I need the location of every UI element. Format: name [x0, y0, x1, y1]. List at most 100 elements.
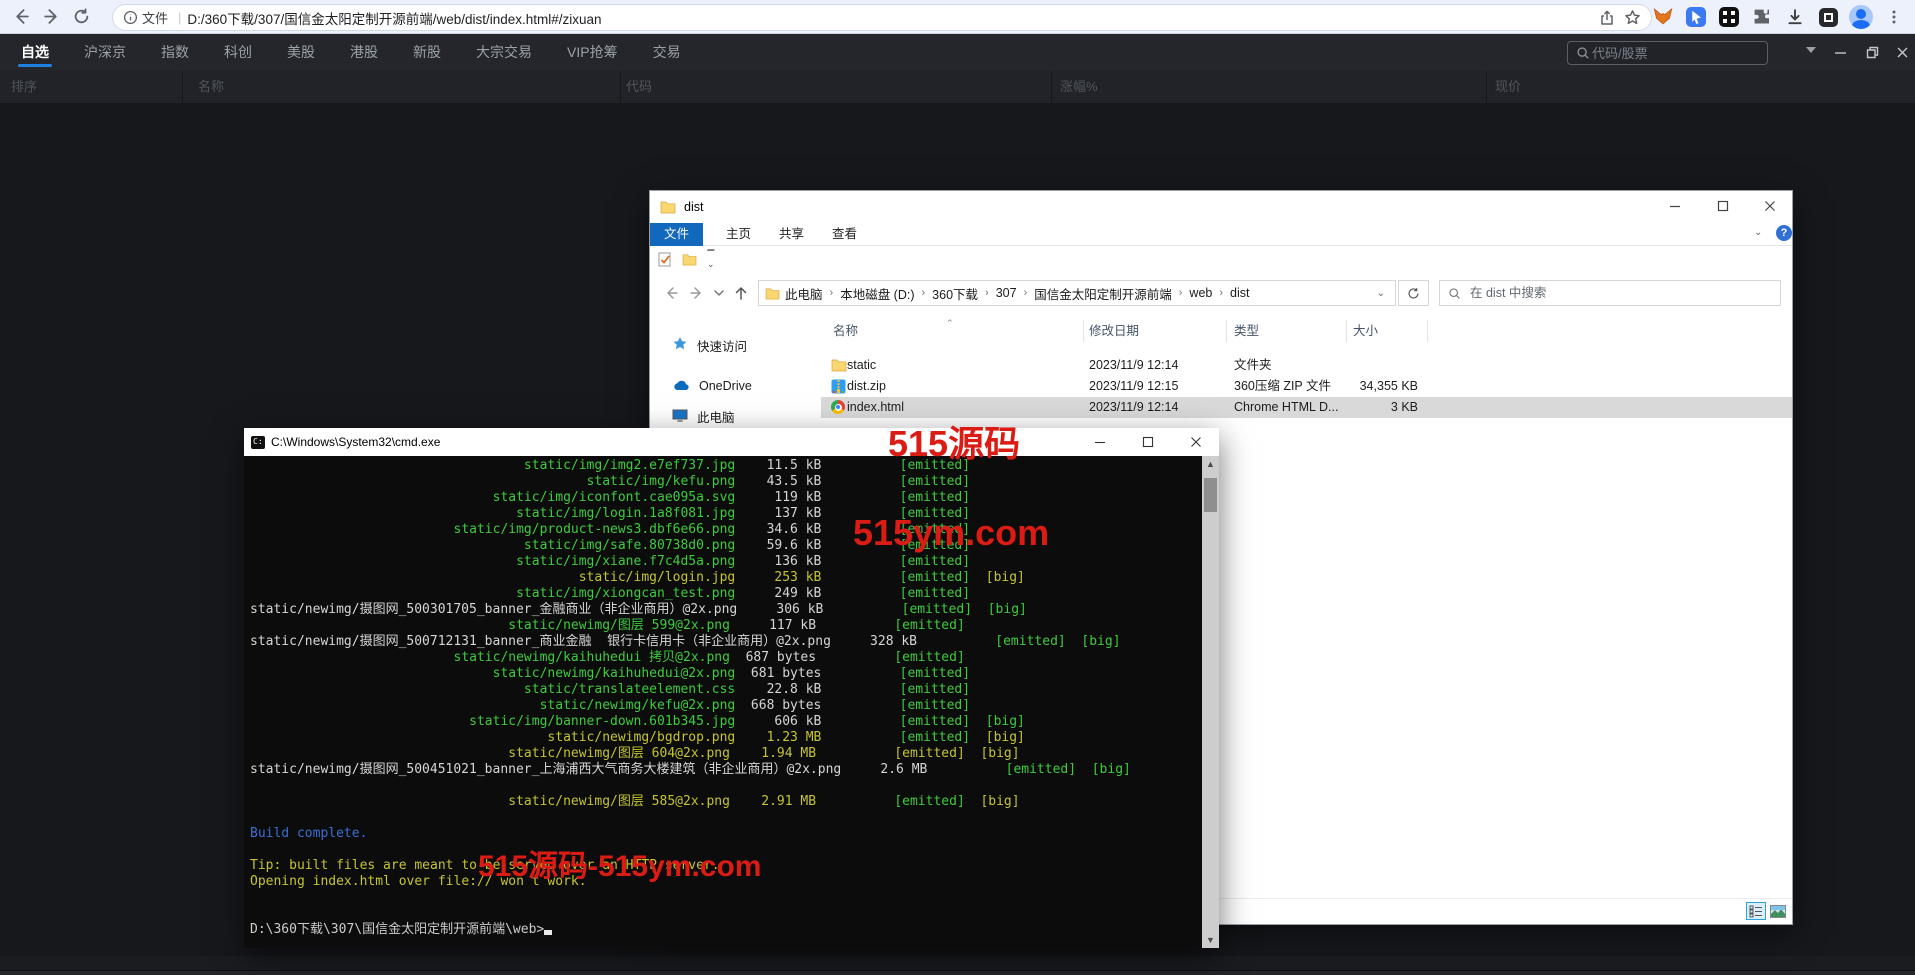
watermark-515ym-com: 515ym.com	[853, 512, 1049, 554]
quick-access-toolbar: ▔⌄	[650, 246, 1792, 273]
stock-tab-沪深京[interactable]: 沪深京	[84, 34, 126, 71]
search-icon	[1576, 46, 1590, 60]
dice-extension-icon[interactable]	[1716, 4, 1742, 30]
explorer-back-icon[interactable]	[658, 280, 684, 306]
stock-column-名称[interactable]: 名称	[198, 71, 224, 103]
stock-tab-VIP抢筹[interactable]: VIP抢筹	[567, 34, 618, 71]
stock-tab-自选[interactable]: 自选	[21, 34, 49, 71]
bookmark-star-icon[interactable]	[1624, 9, 1641, 26]
browser-menu-dots-icon[interactable]	[1881, 4, 1907, 30]
stock-tab-港股[interactable]: 港股	[350, 34, 378, 71]
help-icon[interactable]: ?	[1776, 225, 1792, 241]
stock-tab-交易[interactable]: 交易	[653, 34, 681, 71]
breadcrumb-item-国信金太阳定制开源前端[interactable]: 国信金太阳定制开源前端	[1029, 284, 1177, 303]
breadcrumb-bar[interactable]: 此电脑›本地磁盘 (D:)›360下载›307›国信金太阳定制开源前端›web›…	[758, 280, 1396, 306]
list-column-名称[interactable]: 名称	[833, 316, 858, 346]
explorer-close-button[interactable]	[1747, 191, 1792, 221]
cmd-scrollbar[interactable]: ▲ ▼	[1202, 456, 1219, 948]
refresh-button[interactable]	[1398, 280, 1429, 306]
stock-table-header: 排序 名称 代码 涨幅% 现价	[0, 71, 1915, 103]
column-divider	[1051, 71, 1052, 103]
search-dropdown-caret-icon[interactable]	[1806, 47, 1816, 53]
stock-column-涨幅%[interactable]: 涨幅%	[1060, 71, 1098, 103]
scroll-up-icon[interactable]: ▲	[1202, 456, 1219, 472]
stock-column-排序[interactable]: 排序	[11, 71, 37, 103]
stock-search-box[interactable]	[1567, 41, 1768, 65]
ribbon-expand-chevron-icon[interactable]: ⌄	[1754, 227, 1762, 238]
app-minimize-button[interactable]	[1826, 34, 1854, 71]
list-column-修改日期[interactable]: 修改日期	[1089, 316, 1139, 346]
dark-square-extension-icon[interactable]	[1815, 4, 1841, 30]
new-folder-icon[interactable]	[682, 253, 697, 266]
explorer-forward-icon[interactable]	[684, 280, 710, 306]
thumbnail-view-button[interactable]	[1768, 902, 1788, 920]
explorer-up-icon[interactable]	[728, 280, 754, 306]
extensions-puzzle-icon[interactable]	[1749, 4, 1775, 30]
breadcrumb-item-360下载[interactable]: 360下载	[927, 284, 983, 303]
breadcrumb-item-本地磁盘 (D:)[interactable]: 本地磁盘 (D:)	[835, 284, 919, 303]
reload-icon[interactable]	[66, 2, 96, 32]
explorer-titlebar[interactable]: dist	[650, 191, 1792, 223]
cmd-close-button[interactable]	[1173, 428, 1219, 456]
stock-tab-大宗交易[interactable]: 大宗交易	[476, 34, 532, 71]
explorer-search-input[interactable]	[1468, 285, 1728, 301]
sidebar-item-OneDrive[interactable]: OneDrive	[672, 375, 822, 396]
blue-cursor-extension-icon[interactable]	[1683, 4, 1709, 30]
explorer-minimize-button[interactable]	[1652, 191, 1697, 221]
stock-tab-美股[interactable]: 美股	[287, 34, 315, 71]
details-view-button[interactable]	[1746, 902, 1766, 920]
properties-check-icon[interactable]	[658, 252, 672, 267]
cmd-title: C:\Windows\System32\cmd.exe	[271, 435, 440, 449]
list-column-类型[interactable]: 类型	[1234, 316, 1259, 346]
scrollbar-thumb[interactable]	[1204, 478, 1217, 512]
stock-tab-指数[interactable]: 指数	[161, 34, 189, 71]
recent-locations-chevron-icon[interactable]	[710, 280, 728, 306]
stock-tab-新股[interactable]: 新股	[413, 34, 441, 71]
app-restore-button[interactable]	[1858, 34, 1886, 71]
url-text[interactable]: D:/360下载/307/国信金太阳定制开源前端/web/dist/index.…	[187, 8, 1590, 28]
download-icon[interactable]	[1782, 4, 1808, 30]
breadcrumb-separator-icon: ›	[828, 287, 836, 299]
menu-tab-share[interactable]: 共享	[765, 223, 818, 246]
menu-tab-file[interactable]: 文件	[650, 223, 703, 246]
explorer-maximize-button[interactable]	[1700, 191, 1745, 221]
app-close-button[interactable]	[1888, 34, 1915, 71]
profile-avatar[interactable]	[1848, 4, 1874, 30]
column-divider	[1486, 71, 1487, 103]
breadcrumb-item-dist[interactable]: dist	[1225, 286, 1254, 300]
forward-icon[interactable]	[36, 2, 66, 32]
stock-search-input[interactable]	[1590, 45, 1740, 62]
address-bar[interactable]: 文件 | D:/360下载/307/国信金太阳定制开源前端/web/dist/i…	[112, 4, 1652, 31]
build-asset-line: static/translateelement.css 22.8 kB [emi…	[250, 682, 1202, 698]
explorer-search-box[interactable]	[1439, 280, 1781, 306]
cmd-minimize-button[interactable]	[1077, 428, 1123, 456]
metamask-fox-icon[interactable]	[1650, 4, 1676, 30]
qat-customize-chevron-icon[interactable]: ▔⌄	[707, 251, 715, 269]
stock-column-代码[interactable]: 代码	[626, 71, 652, 103]
menu-tab-view[interactable]: 查看	[818, 223, 871, 246]
extension-strip	[1650, 0, 1907, 34]
build-asset-line: static/newimg/kefu@2x.png 668 bytes [emi…	[250, 698, 1202, 714]
sidebar-item-快速访问[interactable]: 快速访问	[672, 335, 822, 356]
sidebar-item-此电脑[interactable]: 此电脑	[672, 406, 822, 427]
scroll-down-icon[interactable]: ▼	[1202, 932, 1219, 948]
stock-tab-科创[interactable]: 科创	[224, 34, 252, 71]
menu-tab-home[interactable]: 主页	[712, 223, 765, 246]
breadcrumb-item-web[interactable]: web	[1184, 286, 1217, 300]
share-icon[interactable]	[1599, 10, 1615, 26]
list-column-大小[interactable]: 大小	[1353, 316, 1378, 346]
breadcrumb-item-此电脑[interactable]: 此电脑	[780, 284, 828, 303]
cmd-maximize-button[interactable]	[1125, 428, 1171, 456]
cloud-icon	[672, 378, 690, 394]
address-dropdown-chevron-icon[interactable]: ⌄	[1377, 288, 1389, 299]
file-row-static[interactable]: static2023/11/9 12:14文件夹	[821, 355, 1792, 376]
info-icon[interactable]	[123, 10, 138, 25]
cmd-titlebar[interactable]: C: C:\Windows\System32\cmd.exe	[244, 428, 1219, 456]
build-asset-line: static/img/kefu.png 43.5 kB [emitted]	[250, 474, 1202, 490]
build-asset-line: static/newimg/摄图网_500451021_banner_上海浦西大…	[250, 762, 1202, 778]
back-icon[interactable]	[6, 2, 36, 32]
sort-ascending-icon: ⌃	[946, 318, 954, 329]
file-row-dist.zip[interactable]: dist.zip2023/11/9 12:15360压缩 ZIP 文件34,35…	[821, 376, 1792, 397]
stock-column-现价[interactable]: 现价	[1495, 71, 1521, 103]
breadcrumb-item-307[interactable]: 307	[991, 286, 1022, 300]
